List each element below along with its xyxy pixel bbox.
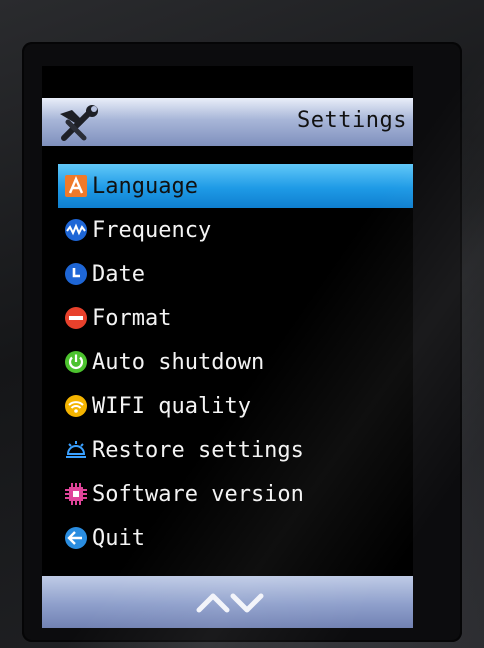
menu-item-restore-settings[interactable]: Restore settings bbox=[42, 428, 413, 472]
power-icon bbox=[64, 350, 88, 374]
wifi-icon bbox=[64, 394, 88, 418]
menu-item-label: Auto shutdown bbox=[92, 349, 265, 375]
menu-item-format[interactable]: Format bbox=[42, 296, 413, 340]
menu-item-auto-shutdown[interactable]: Auto shutdown bbox=[42, 340, 413, 384]
chip-icon bbox=[64, 482, 88, 506]
scroll-arrows bbox=[195, 588, 265, 616]
title-bar: Settings bbox=[42, 98, 413, 146]
menu-item-date[interactable]: Date bbox=[42, 252, 413, 296]
minus-circle-icon bbox=[64, 306, 88, 330]
menu-item-label: Frequency bbox=[92, 217, 212, 243]
language-icon bbox=[64, 174, 88, 198]
wrench-screwdriver-icon bbox=[54, 102, 102, 144]
menu-item-software-version[interactable]: Software version bbox=[42, 472, 413, 516]
back-arrow-icon bbox=[64, 526, 88, 550]
menu-item-language[interactable]: Language bbox=[58, 164, 413, 208]
menu-item-label: Quit bbox=[92, 525, 145, 551]
menu-item-label: Language bbox=[92, 173, 198, 199]
menu-item-frequency[interactable]: Frequency bbox=[42, 208, 413, 252]
navigation-bar bbox=[42, 576, 413, 628]
device-bezel: Settings Language Frequency Date Format … bbox=[0, 0, 484, 648]
menu-item-label: Restore settings bbox=[92, 437, 304, 463]
chevron-up-icon[interactable] bbox=[196, 593, 230, 613]
menu-item-label: Software version bbox=[92, 481, 304, 507]
chevron-down-icon[interactable] bbox=[230, 593, 264, 613]
clock-icon bbox=[64, 262, 88, 286]
page-title: Settings bbox=[297, 108, 407, 133]
menu-item-quit[interactable]: Quit bbox=[42, 516, 413, 560]
waveform-icon bbox=[64, 218, 88, 242]
menu-item-label: Date bbox=[92, 261, 145, 287]
menu-item-label: WIFI quality bbox=[92, 393, 251, 419]
settings-menu: Language Frequency Date Format Auto shut… bbox=[42, 164, 413, 560]
menu-item-wifi-quality[interactable]: WIFI quality bbox=[42, 384, 413, 428]
menu-item-label: Format bbox=[92, 305, 172, 331]
restore-icon bbox=[64, 438, 88, 462]
device-screen: Settings Language Frequency Date Format … bbox=[42, 66, 413, 628]
